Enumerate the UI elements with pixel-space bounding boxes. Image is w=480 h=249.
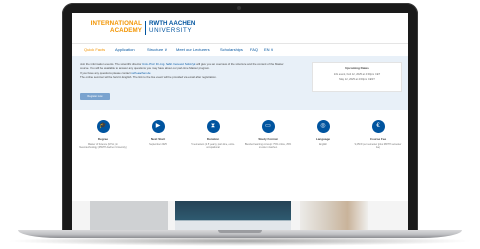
info-banner: Join the information events. The scienti… xyxy=(72,56,408,110)
upcoming-date-2: May 12, 2025 at 4:00pm CEST xyxy=(339,78,375,81)
main-nav: Quick Facts Application Structure ∨ Meet… xyxy=(72,43,408,57)
upcoming-dates-box: Upcoming Dates Info event, Feb 12, 2025 … xyxy=(312,62,402,92)
gallery-image-2 xyxy=(175,201,291,233)
camera-icon xyxy=(237,6,241,10)
fact-course-fee: € Course Fee 9,250 € per semester (plus … xyxy=(354,120,402,150)
nav-quick-facts[interactable]: Quick Facts xyxy=(84,47,105,52)
upcoming-date-1: Info event, Feb 12, 2025 at 4:00pm CET xyxy=(333,73,381,76)
laptop-screen: INTERNATIONAL ACADEMY RWTH AACHEN UNIVER… xyxy=(72,13,408,233)
nav-meet-lecturers[interactable]: Meet our Lecturers xyxy=(176,47,210,52)
quick-facts-section: 🎓 Degree Master of Science (M.Sc.) in Ne… xyxy=(72,110,408,192)
fact-degree: 🎓 Degree Master of Science (M.Sc.) in Ne… xyxy=(79,120,127,150)
international-academy-logo[interactable]: INTERNATIONAL ACADEMY xyxy=(84,20,142,34)
fact-language: ◎ Language English xyxy=(299,120,347,146)
fact-duration: ⧗ Duration 5 semesters (2.5 years), part… xyxy=(189,120,237,150)
laptop-base xyxy=(18,230,462,238)
rwth-logo[interactable]: RWTH AACHEN UNIVERSITY xyxy=(149,20,195,34)
play-icon: ▶ xyxy=(151,120,165,133)
hourglass-icon: ⧗ xyxy=(206,120,220,133)
gallery-image-1 xyxy=(90,201,168,233)
upcoming-dates-title: Upcoming Dates xyxy=(345,66,369,70)
laptop-bezel: INTERNATIONAL ACADEMY RWTH AACHEN UNIVER… xyxy=(62,3,418,233)
laptop-base-notch xyxy=(218,230,262,233)
site-header: INTERNATIONAL ACADEMY RWTH AACHEN UNIVER… xyxy=(72,13,408,43)
banner-text: Join the information events. The scienti… xyxy=(80,62,284,79)
register-button[interactable]: Register now xyxy=(80,93,110,100)
graduation-cap-icon: 🎓 xyxy=(96,120,110,133)
laptop-icon: ▭ xyxy=(261,120,275,133)
logo-divider xyxy=(145,21,146,35)
globe-icon: ◎ xyxy=(316,120,330,133)
fact-study-format: ▭ Study Format Blended learning concept:… xyxy=(244,120,292,150)
nav-scholarships[interactable]: Scholarships xyxy=(220,47,243,52)
fact-next-start: ▶ Next Start September 2025 xyxy=(134,120,182,146)
gallery-image-3 xyxy=(300,201,368,233)
nav-application[interactable]: Application xyxy=(115,47,135,52)
nav-structure[interactable]: Structure ∨ xyxy=(147,47,167,52)
nav-language[interactable]: EN ∨ xyxy=(264,47,274,52)
euro-icon: € xyxy=(371,120,385,133)
nav-faq[interactable]: FAQ xyxy=(250,47,258,52)
